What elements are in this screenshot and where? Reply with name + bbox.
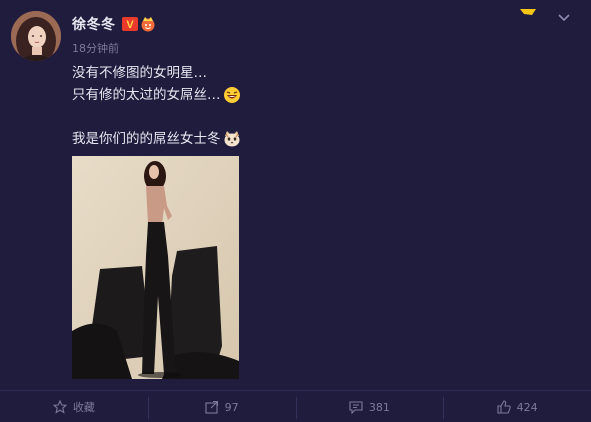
author-row: 徐冬冬 V xyxy=(72,14,156,34)
post-timestamp[interactable]: 18分钟前 xyxy=(72,40,119,56)
post-line-text: 只有修的太过的女屌丝… xyxy=(72,87,221,103)
decoration-icon xyxy=(520,0,536,15)
like-count: 424 xyxy=(516,400,538,414)
thumbs-up-icon xyxy=(497,400,511,414)
favorite-label: 收藏 xyxy=(72,401,95,414)
post-line: 没有不修图的女明星… xyxy=(72,62,241,84)
post-line: 只有修的太过的女屌丝… xyxy=(72,84,241,106)
post-line: 我是你们的的屌丝女士冬 xyxy=(72,128,241,150)
cat-face-icon xyxy=(223,130,241,148)
comment-button[interactable]: 381 xyxy=(295,391,444,422)
repost-button[interactable]: 97 xyxy=(147,391,296,422)
favorite-button[interactable]: 收藏 xyxy=(0,391,148,422)
fan-badge-icon[interactable] xyxy=(140,16,156,32)
post-image[interactable] xyxy=(72,156,239,379)
like-button[interactable]: 424 xyxy=(443,391,591,422)
comment-count: 381 xyxy=(368,400,390,414)
chevron-down-icon[interactable] xyxy=(556,10,572,24)
verified-badge-icon[interactable]: V xyxy=(121,17,138,31)
avatar[interactable] xyxy=(11,11,61,61)
weibo-post-card: 徐冬冬 V 18分钟前 没有不修图的女明星… 只有修的太过的女屌丝… 我是你们的… xyxy=(0,0,591,422)
repost-count: 97 xyxy=(224,400,239,414)
star-icon xyxy=(52,400,67,414)
post-line-text: 没有不修图的女明星… xyxy=(72,65,207,81)
share-icon xyxy=(205,400,219,414)
author-name[interactable]: 徐冬冬 xyxy=(72,14,116,34)
svg-text:V: V xyxy=(126,19,134,31)
laughing-face-icon xyxy=(223,86,241,104)
post-line-blank xyxy=(72,106,241,128)
action-bar: 收藏 97 381 424 xyxy=(0,390,591,422)
post-line-text: 我是你们的的屌丝女士冬 xyxy=(72,131,221,147)
post-body: 没有不修图的女明星… 只有修的太过的女屌丝… 我是你们的的屌丝女士冬 xyxy=(72,62,241,150)
comment-icon xyxy=(349,400,363,414)
